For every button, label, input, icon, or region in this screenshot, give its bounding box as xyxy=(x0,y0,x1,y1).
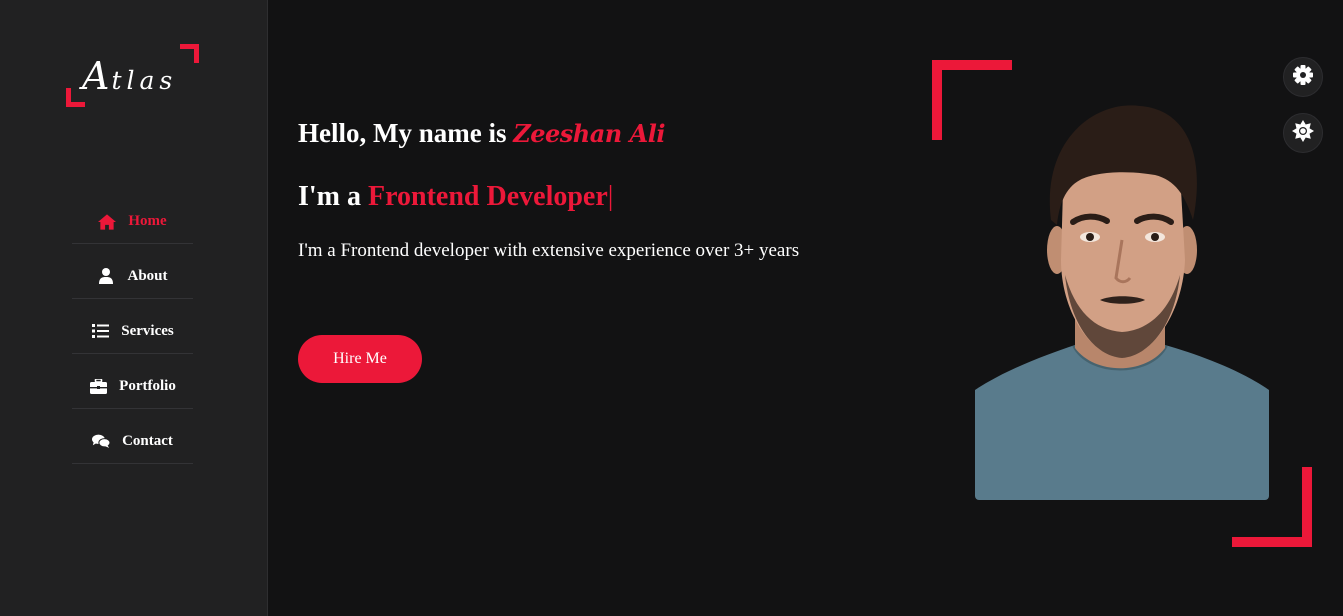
logo[interactable]: Atlas xyxy=(66,44,199,107)
greeting-text: Hello, My name is xyxy=(298,118,514,148)
nav-label-home: Home xyxy=(128,213,167,229)
greeting-heading: Hello, My name is Zeeshan Ali xyxy=(298,118,665,149)
nav-label-portfolio: Portfolio xyxy=(119,377,176,394)
role-text: Frontend Developer xyxy=(368,181,608,212)
home-icon xyxy=(98,213,117,230)
comments-icon xyxy=(92,433,111,449)
logo-first-letter: A xyxy=(82,54,112,98)
briefcase-icon xyxy=(89,378,107,394)
nav-item-contact[interactable]: Contact xyxy=(72,409,193,464)
sun-icon xyxy=(1292,119,1314,147)
nav-item-portfolio[interactable]: Portfolio xyxy=(72,354,193,409)
logo-text: Atlas xyxy=(82,54,177,98)
nav-label-services: Services xyxy=(121,322,174,339)
nav-item-home[interactable]: Home xyxy=(72,190,193,244)
logo-rest: tlas xyxy=(111,66,178,95)
gear-icon xyxy=(1292,64,1314,91)
list-icon xyxy=(91,323,109,339)
hire-me-button[interactable]: Hire Me xyxy=(298,335,422,383)
logo-corner-top-right xyxy=(180,44,199,63)
person-name: Zeeshan Ali xyxy=(513,119,665,148)
user-icon xyxy=(97,268,115,284)
sidebar-nav: Home About Services Portfolio Contact xyxy=(72,190,193,464)
role-prefix: I'm a xyxy=(298,181,368,212)
hero-description: I'm a Frontend developer with extensive … xyxy=(298,240,800,261)
sidebar: Atlas Home About Services Portfolio Cont… xyxy=(0,0,268,616)
page: Atlas Home About Services Portfolio Cont… xyxy=(0,0,1343,616)
settings-button[interactable] xyxy=(1283,57,1323,97)
nav-item-about[interactable]: About xyxy=(72,244,193,299)
typing-cursor: | xyxy=(607,181,614,212)
profile-photo xyxy=(975,100,1269,500)
role-heading: I'm a Frontend Developer| xyxy=(298,181,613,213)
nav-item-services[interactable]: Services xyxy=(72,299,193,354)
nav-label-about: About xyxy=(127,267,168,284)
nav-label-contact: Contact xyxy=(122,432,173,449)
theme-toggle-button[interactable] xyxy=(1283,113,1323,153)
